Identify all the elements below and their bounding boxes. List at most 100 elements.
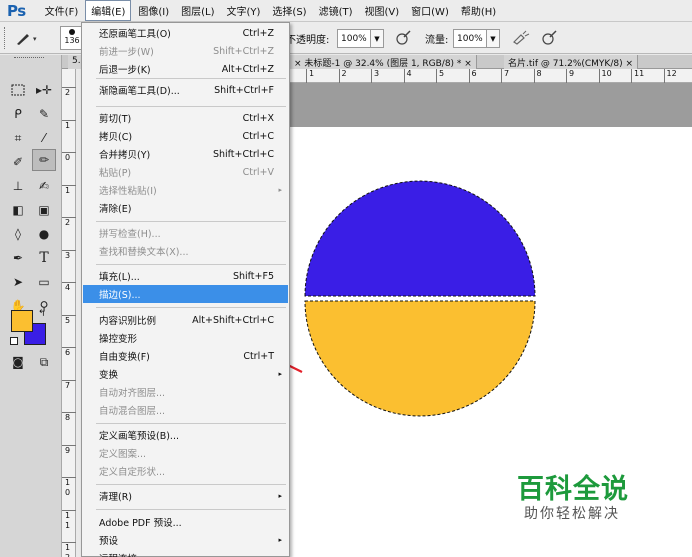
edit-menu-item[interactable]: 远程连接...: [83, 549, 288, 557]
edit-menu-item[interactable]: 前进一步(W) Shift+Ctrl+Z: [83, 42, 288, 60]
edit-menu-item[interactable]: 自动对齐图层...: [83, 383, 288, 401]
edit-menu-item[interactable]: 查找和替换文本(X)...: [83, 242, 288, 260]
menu-item-label: 拼写检查(H)...: [99, 229, 161, 240]
crop-tool-icon[interactable]: ⌗: [6, 127, 30, 149]
edit-menu-item[interactable]: 合并拷贝(Y) Shift+Ctrl+C: [83, 145, 288, 163]
edit-menu-item[interactable]: 自由变换(F) Ctrl+T: [83, 347, 288, 365]
h-ruler-tick: 3: [371, 69, 379, 83]
edit-menu-item[interactable]: 后退一步(K) Alt+Ctrl+Z: [83, 60, 288, 78]
pressure-size-icon[interactable]: [540, 30, 558, 49]
healing-brush-tool-icon[interactable]: ✐: [6, 151, 30, 173]
clone-stamp-tool-icon[interactable]: ⊥: [6, 175, 30, 197]
menu-separator: [96, 106, 286, 107]
history-brush-tool-icon[interactable]: ✍: [32, 175, 56, 197]
edit-menu-item[interactable]: 粘贴(P) Ctrl+V: [83, 163, 288, 181]
menu-item-label: 清除(E): [99, 204, 132, 215]
menu-item-label: 查找和替换文本(X)...: [99, 247, 189, 258]
menu-item-label: 变换: [99, 370, 119, 381]
lasso-tool-icon[interactable]: ᑭ: [6, 103, 30, 125]
foreground-color-swatch[interactable]: [11, 310, 33, 332]
menu-item-label: 预设: [99, 536, 119, 547]
eraser-tool-icon[interactable]: ◧: [6, 199, 30, 221]
menu-view[interactable]: 视图(V): [360, 1, 405, 20]
edit-menu-item[interactable]: Adobe PDF 预设...: [83, 513, 288, 531]
brush-tool-icon[interactable]: ✏: [32, 149, 56, 171]
quick-selection-tool-icon[interactable]: ✎: [32, 103, 56, 125]
edit-menu-item[interactable]: 拷贝(C) Ctrl+C: [83, 127, 288, 145]
edit-menu-item[interactable]: 填充(L)... Shift+F5: [83, 267, 288, 285]
menu-item-shortcut: Ctrl+Z: [242, 27, 274, 39]
menu-item-shortcut: Ctrl+C: [242, 130, 275, 142]
tab-close-icon[interactable]: ×: [294, 59, 302, 69]
edit-menu-item[interactable]: 还原画笔工具(O) Ctrl+Z: [83, 24, 288, 42]
menu-bar: Ps 文件(F) 编辑(E) 图像(I) 图层(L) 文字(Y) 选择(S) 滤…: [0, 0, 692, 22]
canvas[interactable]: [290, 127, 692, 557]
default-colors-icon[interactable]: [10, 337, 18, 345]
edit-menu-item[interactable]: 内容识别比例 Alt+Shift+Ctrl+C: [83, 311, 288, 329]
gradient-tool-icon[interactable]: ▣: [32, 199, 56, 221]
brush-tool-preset-icon[interactable]: ▾: [13, 29, 43, 47]
pen-tool-icon[interactable]: ✒: [6, 247, 30, 269]
marquee-tool-icon[interactable]: [6, 79, 30, 101]
opacity-input[interactable]: 100%: [337, 29, 371, 48]
tab-untitled[interactable]: × 未标题-1 @ 32.4% (图层 1, RGB/8) * ×: [290, 55, 477, 69]
flow-input[interactable]: 100%: [453, 29, 487, 48]
menu-item-label: 还原画笔工具(O): [99, 29, 171, 40]
tab-close-icon[interactable]: ×: [464, 59, 472, 69]
menu-file[interactable]: 文件(F): [40, 1, 84, 20]
menu-item-label: 操控变形: [99, 334, 138, 345]
h-ruler-tick: 2: [338, 69, 347, 83]
flow-dropdown-icon[interactable]: ▼: [486, 29, 500, 48]
tab-business-card[interactable]: 名片.tif @ 71.2%(CMYK/8) ×: [504, 55, 639, 69]
menu-image[interactable]: 图像(I): [133, 1, 174, 20]
type-tool-icon[interactable]: T: [32, 247, 56, 269]
menu-help[interactable]: 帮助(H): [456, 1, 501, 20]
edit-menu-item[interactable]: 定义画笔预设(B)...: [83, 426, 288, 444]
menu-window[interactable]: 窗口(W): [406, 1, 454, 20]
dodge-tool-icon[interactable]: ●: [32, 223, 56, 245]
menu-layer[interactable]: 图层(L): [176, 1, 219, 20]
opacity-dropdown-icon[interactable]: ▼: [370, 29, 384, 48]
edit-menu-item[interactable]: 变换 ▸: [83, 365, 288, 383]
svg-text:▾: ▾: [33, 35, 37, 43]
menu-item-shortcut: Ctrl+X: [242, 112, 274, 124]
path-selection-tool-icon[interactable]: ➤: [6, 271, 30, 293]
menu-type[interactable]: 文字(Y): [222, 1, 266, 20]
move-tool-icon[interactable]: ▸✛: [32, 79, 56, 101]
tab-close-icon[interactable]: ×: [625, 59, 633, 69]
flow-value: 100%: [457, 33, 483, 44]
menu-separator: [96, 484, 286, 485]
edit-menu-item[interactable]: 自动混合图层...: [83, 401, 288, 419]
edit-menu-item[interactable]: 预设 ▸: [83, 531, 288, 549]
v-ruler-tick: 1: [62, 119, 76, 150]
menu-item-stroke[interactable]: 描边(S)...: [83, 285, 288, 303]
pressure-opacity-icon[interactable]: [394, 30, 412, 50]
edit-menu-item[interactable]: 定义自定形状...: [83, 462, 288, 480]
airbrush-icon[interactable]: [511, 30, 531, 49]
eyedropper-tool-icon[interactable]: ⁄: [32, 127, 56, 149]
menu-item-label: 后退一步(K): [99, 65, 151, 76]
menu-select[interactable]: 选择(S): [267, 1, 311, 20]
photoshop-logo: Ps: [7, 1, 26, 20]
v-ruler-tick: 1: [62, 184, 76, 215]
edit-menu-item[interactable]: 拼写检查(H)...: [83, 224, 288, 242]
blur-tool-icon[interactable]: ◊: [6, 223, 30, 245]
edit-menu-item[interactable]: 清理(R) ▸: [83, 487, 288, 505]
edit-menu-item[interactable]: 剪切(T) Ctrl+X: [83, 109, 288, 127]
edit-menu-item[interactable]: 操控变形: [83, 329, 288, 347]
menu-item-label: 自由变换(F): [99, 352, 150, 363]
toolbox: ▸✛ ᑭ ✎ ⌗ ⁄ ✐ ✏ ⊥ ✍ ◧ ▣ ◊ ● ✒ T ➤ ▭ ✋ ⚲ ↰…: [0, 55, 62, 557]
menu-filter[interactable]: 滤镜(T): [314, 1, 358, 20]
menu-item-shortcut: Shift+Ctrl+F: [214, 84, 274, 96]
menu-edit[interactable]: 编辑(E): [85, 0, 132, 21]
v-ruler-tick: 1 0: [62, 477, 76, 507]
edit-menu-item[interactable]: 定义图案...: [83, 444, 288, 462]
swap-colors-icon[interactable]: ↰: [38, 309, 46, 319]
edit-menu-item[interactable]: 渐隐画笔工具(D)... Shift+Ctrl+F: [83, 81, 288, 99]
menu-separator: [96, 221, 286, 222]
shape-tool-icon[interactable]: ▭: [32, 271, 56, 293]
edit-menu-item[interactable]: 清除(E): [83, 199, 288, 217]
quick-mask-icon[interactable]: ◙: [6, 351, 30, 373]
screen-mode-icon[interactable]: ⧉: [32, 351, 56, 373]
edit-menu-item[interactable]: 选择性粘贴(I) ▸: [83, 181, 288, 199]
